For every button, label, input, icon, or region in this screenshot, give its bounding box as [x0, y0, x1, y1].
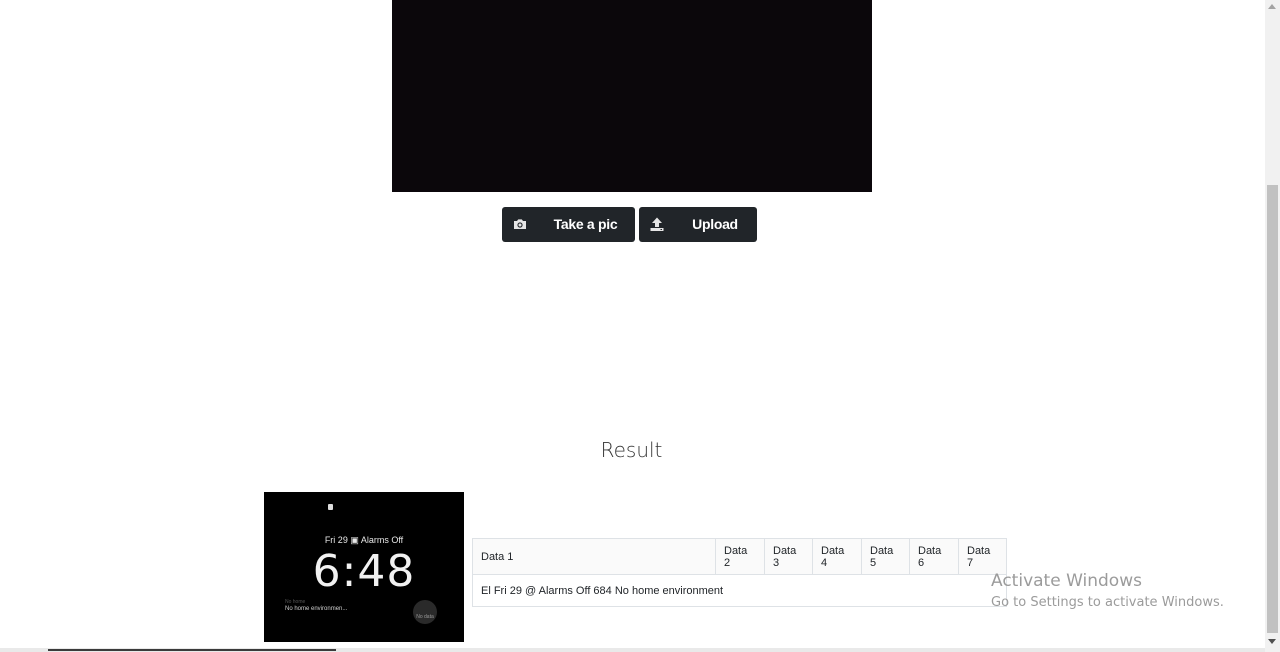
no-data-badge-icon — [413, 600, 437, 624]
page-content: Take a pic Upload Result Fri 29 ▣ Alarms… — [0, 0, 1265, 648]
lock-icon — [328, 504, 333, 510]
take-pic-button[interactable]: Take a pic — [502, 207, 635, 242]
thumbnail-time: 6:48 — [312, 546, 416, 597]
upload-button[interactable]: Upload — [639, 207, 757, 242]
activate-windows-watermark: Activate Windows Go to Settings to activ… — [991, 571, 1224, 610]
table-cell: El Fri 29 @ Alarms Off 684 No home envir… — [472, 574, 1007, 607]
column-header: Data 5 — [861, 538, 910, 575]
scrollbar-thumb[interactable] — [1267, 185, 1278, 633]
thumbnail-note: No home environmen... — [285, 606, 348, 612]
scroll-up-arrow-icon[interactable] — [1268, 4, 1276, 9]
taskbar-edge — [0, 648, 1265, 652]
column-header: Data 4 — [812, 538, 862, 575]
column-header: Data 1 — [472, 538, 716, 575]
table-header-row: Data 1 Data 2 Data 3 Data 4 Data 5 Data … — [472, 538, 1007, 575]
taskbar-segment — [48, 649, 336, 651]
watermark-subtitle: Go to Settings to activate Windows. — [991, 595, 1224, 610]
column-header: Data 3 — [764, 538, 813, 575]
take-pic-label: Take a pic — [553, 216, 618, 232]
column-header: Data 7 — [958, 538, 1007, 575]
table-row: El Fri 29 @ Alarms Off 684 No home envir… — [472, 574, 1007, 607]
column-header: Data 2 — [715, 538, 765, 575]
result-thumbnail: Fri 29 ▣ Alarms Off 6:48 No home No home… — [264, 492, 464, 642]
no-data-badge-label: No data — [416, 614, 434, 620]
vertical-scrollbar[interactable] — [1265, 0, 1280, 652]
watermark-title: Activate Windows — [991, 571, 1142, 591]
upload-label: Upload — [692, 216, 738, 232]
result-title: Result — [600, 438, 663, 462]
thumbnail-date-line: Fri 29 ▣ Alarms Off — [324, 535, 404, 545]
thumbnail-small-note: No home — [285, 599, 306, 605]
result-table: Data 1 Data 2 Data 3 Data 4 Data 5 Data … — [472, 538, 1007, 607]
camera-preview — [392, 0, 872, 192]
scroll-down-arrow-icon[interactable] — [1268, 639, 1276, 644]
column-header: Data 6 — [909, 538, 959, 575]
